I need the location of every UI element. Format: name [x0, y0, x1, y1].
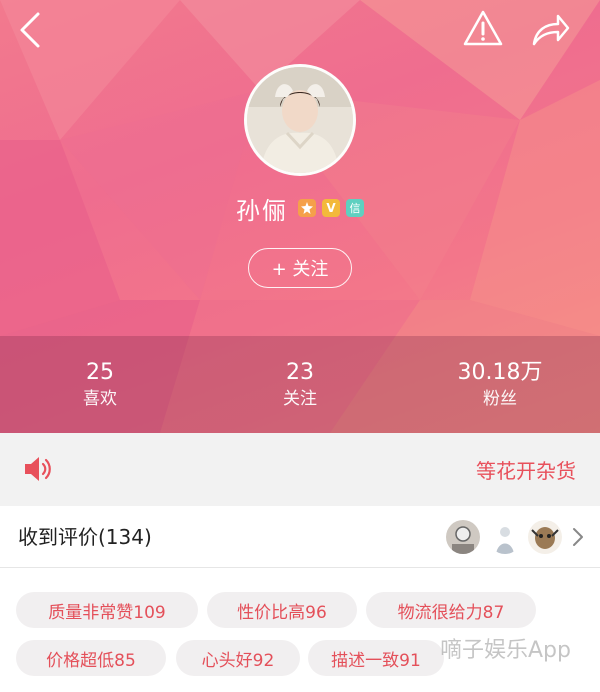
review-tag[interactable]: 性价比高96	[207, 592, 357, 628]
review-tag[interactable]: 描述一致91	[308, 640, 444, 676]
chevron-left-icon	[20, 12, 40, 48]
review-tags: 质量非常赞109 性价比高96 物流很给力87 价格超低85 心头好92 描述一…	[0, 568, 600, 692]
share-button[interactable]	[528, 10, 572, 50]
stat-following-label: 关注	[283, 388, 317, 409]
review-tag[interactable]: 心头好92	[176, 640, 300, 676]
avatar-photo	[247, 67, 353, 173]
notice-text: 等花开杂货	[476, 459, 576, 483]
profile-name: 孙俪	[236, 196, 288, 225]
stat-fans-label: 粉丝	[483, 388, 517, 409]
back-button[interactable]	[12, 10, 52, 50]
reviews-row[interactable]: 收到评价(134)	[0, 506, 600, 568]
reviewer-avatar	[528, 520, 562, 554]
reviewer-avatar	[488, 520, 522, 554]
stat-likes-value: 25	[86, 359, 114, 385]
review-tag[interactable]: 质量非常赞109	[16, 592, 198, 628]
stat-likes-label: 喜欢	[83, 388, 117, 409]
watermark-text: 嘀子娱乐App	[440, 638, 571, 663]
chevron-right-icon	[573, 528, 583, 546]
profile-header: 孙俪 V 信 + 关注 25 喜欢 23 关注 30.18万 粉丝	[0, 0, 600, 433]
stat-following[interactable]: 23 关注	[200, 336, 400, 433]
watermark: 嘀子娱乐App	[440, 632, 571, 664]
report-button[interactable]	[462, 8, 504, 50]
stat-fans[interactable]: 30.18万 粉丝	[400, 336, 600, 433]
share-arrow-icon	[532, 14, 570, 46]
stats-bar: 25 喜欢 23 关注 30.18万 粉丝	[0, 336, 600, 433]
credit-badge: 信	[346, 199, 364, 217]
review-tag[interactable]: 价格超低85	[16, 640, 166, 676]
verified-badge: V	[322, 199, 340, 217]
star-badge-icon	[298, 199, 316, 217]
reviews-title: 收到评价(134)	[18, 525, 152, 549]
follow-button[interactable]: + 关注	[248, 248, 352, 288]
warning-icon	[463, 10, 503, 46]
avatar[interactable]	[244, 64, 356, 176]
name-row: 孙俪 V 信	[0, 190, 600, 226]
speaker-icon	[25, 457, 51, 481]
review-tag[interactable]: 物流很给力87	[366, 592, 536, 628]
stat-fans-value: 30.18万	[457, 359, 543, 385]
stat-likes[interactable]: 25 喜欢	[0, 336, 200, 433]
reviewer-avatar	[446, 520, 480, 554]
stat-following-value: 23	[286, 359, 314, 385]
